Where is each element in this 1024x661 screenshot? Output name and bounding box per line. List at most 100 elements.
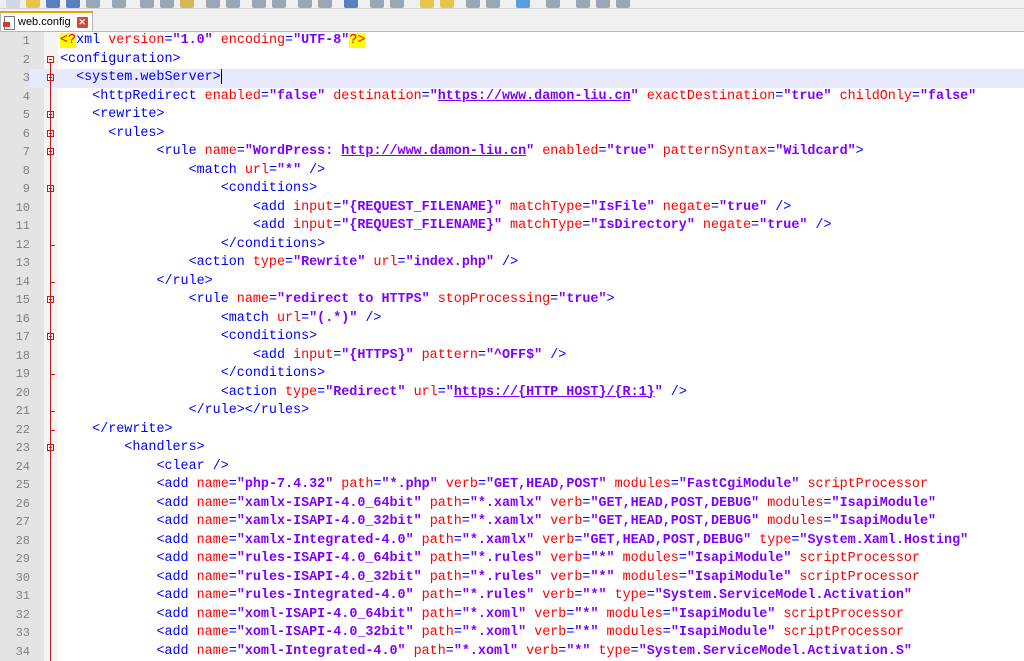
code-token: = — [260, 88, 269, 104]
code-token: name — [196, 144, 237, 159]
code-token: </conditions> — [220, 366, 326, 381]
play-macro-icon[interactable] — [596, 0, 610, 8]
code-token: <add — [252, 347, 286, 363]
line-number: 29 — [0, 550, 30, 569]
code-line[interactable]: 25 <add name="php-7.4.32" path="*.php" v… — [0, 476, 1024, 495]
undo-icon[interactable] — [206, 0, 220, 8]
close-icon[interactable]: ✕ — [76, 16, 88, 28]
code-token: "{REQUEST_FILENAME}" — [341, 199, 502, 215]
zoom-out-icon[interactable] — [318, 0, 332, 8]
show-all-chars-icon[interactable] — [390, 0, 404, 8]
code-token: > — [855, 144, 864, 159]
code-token: " — [654, 384, 663, 400]
code-line[interactable]: 7 <rule name="WordPress: http://www.damo… — [0, 143, 1024, 162]
zoom-in-icon[interactable] — [298, 0, 312, 8]
code-text: <rules> — [60, 125, 164, 144]
code-text: <add name="xamlx-Integrated-4.0" path="*… — [60, 532, 968, 551]
code-text: </rule></rules> — [60, 402, 310, 421]
code-line[interactable]: 21 </rule></rules> — [0, 402, 1024, 421]
code-line[interactable]: 30 <add name="rules-ISAPI-4.0_32bit" pat… — [0, 568, 1024, 588]
code-line[interactable]: 6 <rules> — [0, 124, 1024, 144]
code-line[interactable]: 14 </rule> — [0, 272, 1024, 291]
user-lang-icon[interactable] — [440, 0, 454, 8]
code-line[interactable]: 20 <action type="Redirect" url="https://… — [0, 383, 1024, 402]
code-token: "xoml-ISAPI-4.0_32bit" — [236, 625, 414, 640]
code-text: <add name="rules-Integrated-4.0" path="*… — [60, 587, 911, 606]
code-line[interactable]: 17 <conditions> — [0, 328, 1024, 347]
code-line[interactable]: 11 <add input = "{REQUEST_FILENAME}" match… — [0, 217, 1024, 236]
code-line[interactable]: 29 <add name="rules-ISAPI-4.0_64bit" pat… — [0, 550, 1024, 569]
code-token: exactDestination — [638, 88, 776, 104]
record-macro-icon[interactable] — [576, 0, 590, 8]
code-line[interactable]: 15 <rule name="redirect to HTTPS" stopPr… — [0, 291, 1024, 310]
code-line[interactable]: 33 <add name="xoml-ISAPI-4.0_32bit" path… — [0, 624, 1024, 643]
code-token: <handlers> — [124, 440, 205, 455]
sync-scroll-icon[interactable] — [344, 0, 358, 8]
monitor-icon[interactable] — [546, 0, 560, 8]
code-line[interactable]: 27 <add name="xamlx-ISAPI-4.0_32bit" pat… — [0, 513, 1024, 532]
doc-map-icon[interactable] — [466, 0, 480, 8]
code-line[interactable]: 16 <match url="(.*)" /> — [0, 309, 1024, 328]
code-line[interactable]: 26 <add name="xamlx-ISAPI-4.0_64bit" pat… — [0, 494, 1024, 513]
indent-guide-icon[interactable] — [420, 0, 434, 8]
code-text: <add input = "{REQUEST_FILENAME}" matchTyp… — [60, 217, 832, 236]
code-line[interactable]: 28 <add name="xamlx-Integrated-4.0" path… — [0, 531, 1024, 551]
find-icon[interactable] — [252, 0, 266, 8]
folder-workspace-icon[interactable] — [516, 0, 530, 8]
code-line[interactable]: 19 </conditions> — [0, 365, 1024, 384]
code-token: path — [421, 569, 462, 585]
code-line[interactable]: 31 <add name="rules-Integrated-4.0" path… — [0, 587, 1024, 606]
word-wrap-icon[interactable] — [370, 0, 384, 8]
save-all-icon[interactable] — [66, 0, 80, 8]
code-line[interactable]: 34 <add name="xoml-Integrated-4.0" path=… — [0, 642, 1024, 661]
code-token: <add — [156, 569, 189, 585]
code-line[interactable]: 10 <add input = "{REQUEST_FILENAME}" match… — [0, 198, 1024, 217]
cut-icon[interactable] — [140, 0, 154, 8]
tab-web-config[interactable]: web.config ✕ — [0, 11, 93, 31]
code-token: verb — [534, 532, 575, 548]
new-file-icon[interactable] — [6, 0, 20, 8]
code-token: = — [228, 643, 237, 659]
code-line[interactable]: 24 <clear /> — [0, 457, 1024, 476]
fold-toggle-icon[interactable] — [47, 55, 54, 63]
redo-icon[interactable] — [226, 0, 240, 8]
line-number: 1 — [0, 32, 30, 51]
code-line[interactable]: 13 <action type="Rewrite" url="index.php… — [0, 254, 1024, 273]
code-token: "IsapiModule" — [831, 495, 937, 511]
close-file-icon[interactable] — [86, 0, 100, 8]
code-line[interactable]: 2 <configuration> — [0, 50, 1024, 69]
print-icon[interactable] — [112, 0, 126, 8]
code-token: = — [301, 310, 310, 326]
code-token: <rule — [188, 292, 229, 307]
code-line[interactable]: 23 <handlers> — [0, 439, 1024, 458]
code-line[interactable]: 22 </rewrite> — [0, 420, 1024, 439]
save-macro-icon[interactable] — [616, 0, 630, 8]
save-icon[interactable] — [46, 0, 60, 8]
code-token: verb — [526, 606, 567, 622]
code-line[interactable]: 5 <rewrite> — [0, 106, 1024, 125]
code-token: = — [228, 495, 237, 511]
code-token: type — [751, 532, 792, 548]
code-token: "true" — [606, 144, 655, 159]
code-line[interactable]: 12 </conditions> — [0, 235, 1024, 254]
code-line[interactable]: 32 <add name="xoml-ISAPI-4.0_64bit" path… — [0, 605, 1024, 624]
open-file-icon[interactable] — [26, 0, 40, 8]
code-editor[interactable]: 1 <?xml version="1.0" encoding="UTF-8"?> 2… — [0, 32, 1024, 661]
code-line[interactable]: 4 <httpRedirect enabled="false" destinat… — [0, 87, 1024, 107]
code-line[interactable]: 9 <conditions> — [0, 180, 1024, 199]
code-text: <add input="{HTTPS}" pattern="^OFF$" /> — [60, 347, 566, 366]
replace-icon[interactable] — [272, 0, 286, 8]
code-line[interactable]: 18 <add input="{HTTPS}" pattern="^OFF$" … — [0, 346, 1024, 366]
code-line[interactable]: 3 <system.webServer> — [0, 69, 1024, 88]
code-token: ?> — [349, 33, 366, 48]
code-line[interactable]: 8 <match url="*" /> — [0, 161, 1024, 180]
code-token: scriptProcessor — [775, 625, 904, 640]
paste-icon[interactable] — [180, 0, 194, 8]
code-token: <action — [188, 255, 245, 270]
copy-icon[interactable] — [160, 0, 174, 8]
code-text: <add name="xamlx-ISAPI-4.0_32bit" path="… — [60, 513, 936, 532]
code-line[interactable]: 1 <?xml version="1.0" encoding="UTF-8"?> — [0, 32, 1024, 51]
code-text: <add name="rules-ISAPI-4.0_32bit" path="… — [60, 569, 920, 588]
code-text: <httpRedirect enabled="false" destinatio… — [60, 88, 976, 107]
function-list-icon[interactable] — [486, 0, 500, 8]
